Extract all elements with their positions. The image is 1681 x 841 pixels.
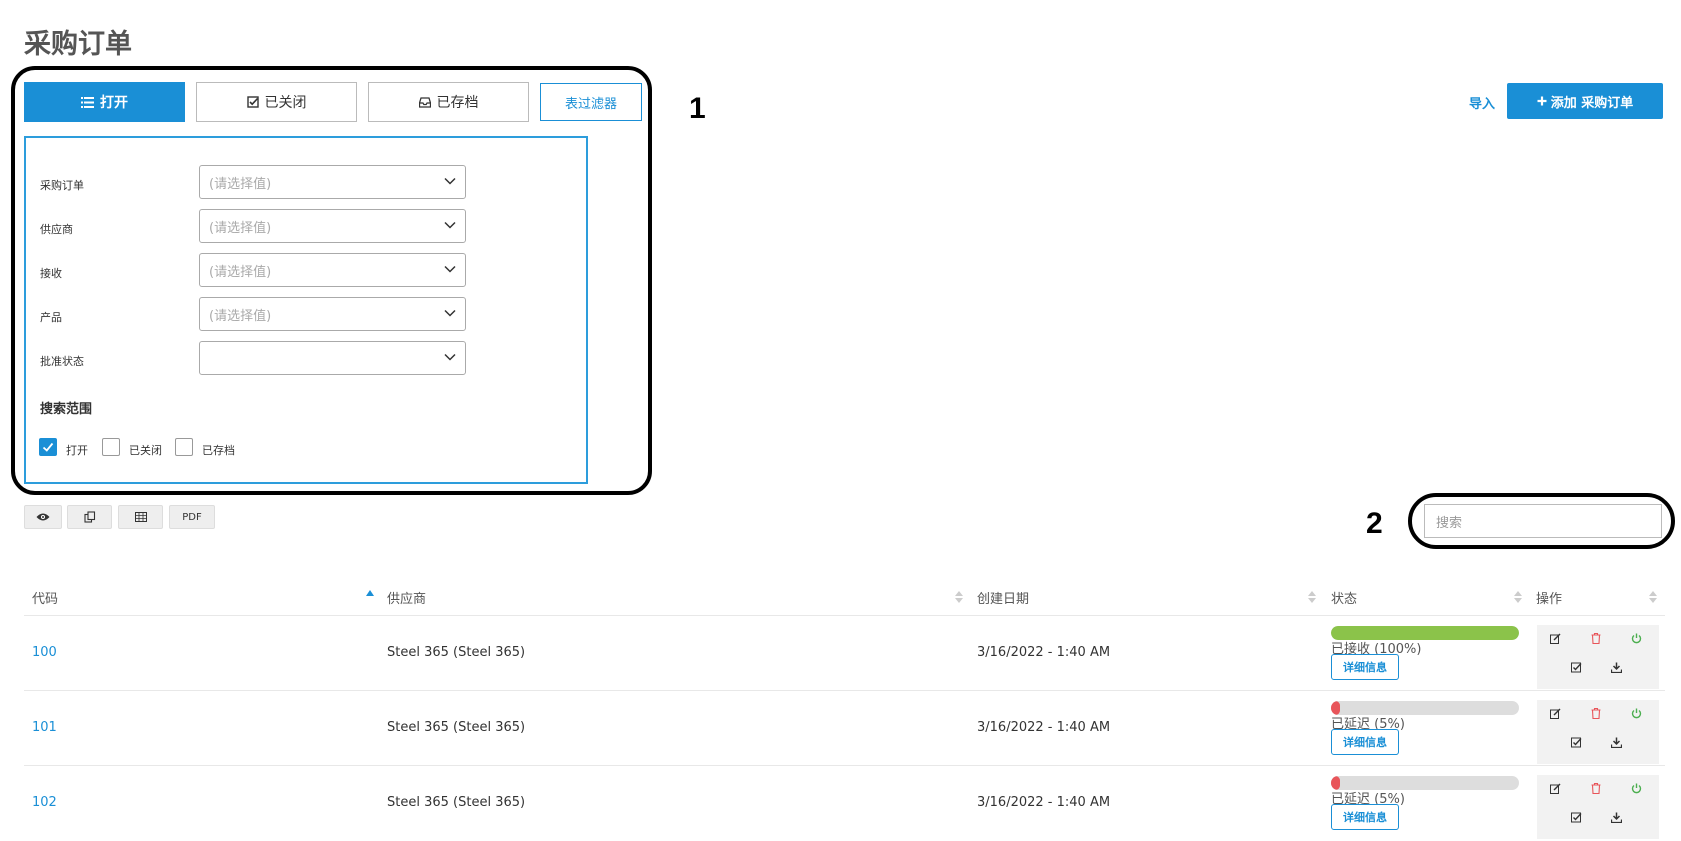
chevron-down-icon (444, 309, 456, 317)
excel-export-button[interactable] (118, 505, 163, 529)
details-button[interactable]: 详细信息 (1331, 654, 1399, 680)
sort-icon[interactable] (955, 590, 963, 604)
sort-icon[interactable] (1308, 590, 1316, 604)
filter-label-approval-status: 批准状态 (40, 355, 84, 368)
download-icon[interactable] (1604, 806, 1628, 828)
order-code-link[interactable]: 101 (32, 720, 57, 735)
purchase-order-select[interactable]: (请选择值) (199, 165, 466, 199)
supplier-select[interactable]: (请选择值) (199, 209, 466, 243)
supplier-cell: Steel 365 (Steel 365) (387, 645, 526, 660)
scope-open-label: 打开 (66, 444, 88, 457)
pdf-export-button[interactable]: PDF (169, 505, 215, 529)
approve-icon[interactable] (1564, 656, 1588, 678)
search-input[interactable]: 搜索 (1424, 504, 1662, 538)
scope-archived-label: 已存档 (202, 444, 235, 457)
copy-button[interactable] (67, 505, 112, 529)
column-visibility-button[interactable] (24, 505, 62, 529)
add-purchase-order-label: 添加 采购订单 (1550, 95, 1634, 111)
filter-label-purchase-order: 采购订单 (40, 179, 84, 192)
check-square-icon (246, 96, 259, 108)
scope-archived-checkbox[interactable] (175, 438, 193, 456)
delete-icon[interactable] (1584, 627, 1608, 649)
order-code-link[interactable]: 100 (32, 645, 57, 660)
sort-asc-icon[interactable] (366, 589, 374, 603)
download-icon[interactable] (1604, 656, 1628, 678)
select-placeholder: (请选择值) (209, 176, 272, 192)
select-placeholder: (请选择值) (209, 264, 272, 280)
eye-icon (36, 513, 50, 521)
power-icon[interactable] (1624, 702, 1648, 724)
download-icon[interactable] (1604, 731, 1628, 753)
scope-closed-label: 已关闭 (129, 444, 162, 457)
tab-open[interactable]: 打开 (24, 82, 185, 122)
supplier-cell: Steel 365 (Steel 365) (387, 720, 526, 735)
product-select[interactable]: (请选择值) (199, 297, 466, 331)
divider (24, 690, 1665, 691)
tab-archived-label: 已存档 (436, 95, 479, 111)
filter-label-product: 产品 (40, 311, 62, 324)
approve-icon[interactable] (1564, 806, 1588, 828)
list-icon (81, 96, 94, 108)
table-icon (134, 512, 147, 522)
created-date-cell: 3/16/2022 - 1:40 AM (977, 720, 1111, 735)
annotation-number-1: 1 (689, 92, 706, 125)
sort-icon[interactable] (1514, 590, 1522, 604)
table-filter-button[interactable]: 表过滤器 (540, 83, 642, 121)
tab-closed[interactable]: 已关闭 (196, 82, 357, 122)
import-link[interactable]: 导入 (1469, 93, 1495, 112)
divider (24, 615, 1665, 616)
supplier-cell: Steel 365 (Steel 365) (387, 795, 526, 810)
copy-icon (83, 511, 95, 523)
column-header-status[interactable]: 状态 (1331, 588, 1357, 607)
filter-label-supplier: 供应商 (40, 223, 73, 236)
scope-closed-checkbox[interactable] (102, 438, 120, 456)
tab-open-label: 打开 (100, 95, 128, 111)
filter-label-receive: 接收 (40, 267, 62, 280)
page-title: 采购订单 (24, 29, 132, 60)
chevron-down-icon (444, 177, 456, 185)
add-purchase-order-button[interactable]: 添加 采购订单 (1507, 83, 1663, 119)
scope-open-checkbox[interactable] (39, 438, 57, 456)
delete-icon[interactable] (1584, 702, 1608, 724)
column-header-created-date[interactable]: 创建日期 (977, 588, 1029, 607)
select-placeholder: (请选择值) (209, 220, 272, 236)
approval-status-select[interactable] (199, 341, 466, 375)
sort-icon[interactable] (1649, 590, 1657, 604)
select-placeholder: (请选择值) (209, 308, 272, 324)
details-button[interactable]: 详细信息 (1331, 729, 1399, 755)
chevron-down-icon (444, 353, 456, 361)
search-scope-title: 搜索范围 (40, 402, 93, 417)
created-date-cell: 3/16/2022 - 1:40 AM (977, 645, 1111, 660)
annotation-number-2: 2 (1366, 507, 1383, 540)
plus-icon (1537, 96, 1547, 106)
edit-icon[interactable] (1543, 627, 1567, 649)
created-date-cell: 3/16/2022 - 1:40 AM (977, 795, 1111, 810)
tab-archived[interactable]: 已存档 (368, 82, 529, 122)
chevron-down-icon (444, 265, 456, 273)
column-header-supplier[interactable]: 供应商 (387, 588, 426, 607)
column-header-actions[interactable]: 操作 (1536, 588, 1562, 607)
delete-icon[interactable] (1584, 777, 1608, 799)
edit-icon[interactable] (1543, 777, 1567, 799)
power-icon[interactable] (1624, 777, 1648, 799)
edit-icon[interactable] (1543, 702, 1567, 724)
divider (24, 765, 1665, 766)
tab-closed-label: 已关闭 (264, 95, 307, 111)
column-header-code[interactable]: 代码 (32, 588, 58, 607)
details-button[interactable]: 详细信息 (1331, 804, 1399, 830)
order-code-link[interactable]: 102 (32, 795, 57, 810)
receive-select[interactable]: (请选择值) (199, 253, 466, 287)
approve-icon[interactable] (1564, 731, 1588, 753)
chevron-down-icon (444, 221, 456, 229)
power-icon[interactable] (1624, 627, 1648, 649)
checkmark-icon (42, 442, 54, 452)
archive-icon (418, 96, 431, 108)
